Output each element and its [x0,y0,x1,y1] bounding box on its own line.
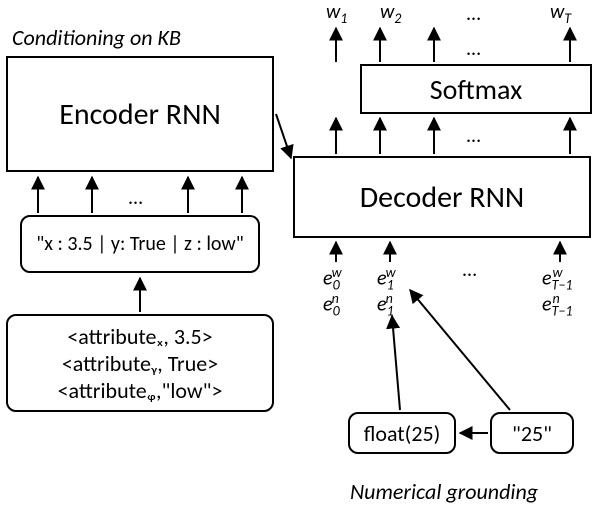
float25-box: float(25) [348,412,456,454]
e0n: e0n [323,290,347,320]
kb-serial-text: "x : 3.5 | y: True | z : low" [36,232,243,257]
kb-serial-box: "x : 3.5 | y: True | z : low" [20,215,260,273]
softmax-in-ellipsis: ... [466,124,481,148]
decoder-in-ellipsis: ... [462,258,477,282]
grounding-label: Numerical grounding [350,478,538,505]
kb-tuple-2: <attributeᵧ, True> [62,350,218,377]
conditioning-label: Conditioning on KB [12,24,181,51]
eTn: eT−1n [542,290,580,320]
output-w2: w2 [380,0,401,27]
softmax-out-ellipsis: ... [466,37,481,61]
str25-text: "25" [512,420,552,447]
output-ellipsis: ... [466,2,481,26]
encoder-text: Encoder RNN [59,96,221,133]
e1n: e1n [377,290,401,320]
encoder-box: Encoder RNN [6,56,274,172]
kb-tuple-3: <attributeᵩ,"low"> [58,377,223,404]
str25-box: "25" [490,412,574,454]
decoder-box: Decoder RNN [293,156,591,238]
encoder-in-ellipsis: ... [128,186,143,210]
float25-text: float(25) [364,420,441,447]
softmax-text: Softmax [430,72,523,107]
softmax-box: Softmax [360,64,592,114]
output-wT: wT [550,0,571,27]
output-w1: w1 [326,0,347,27]
kb-tuple-1: <attributeₓ, 3.5> [67,323,212,350]
kb-tuples-box: <attributeₓ, 3.5> <attributeᵧ, True> <at… [6,314,274,412]
decoder-text: Decoder RNN [360,179,525,216]
